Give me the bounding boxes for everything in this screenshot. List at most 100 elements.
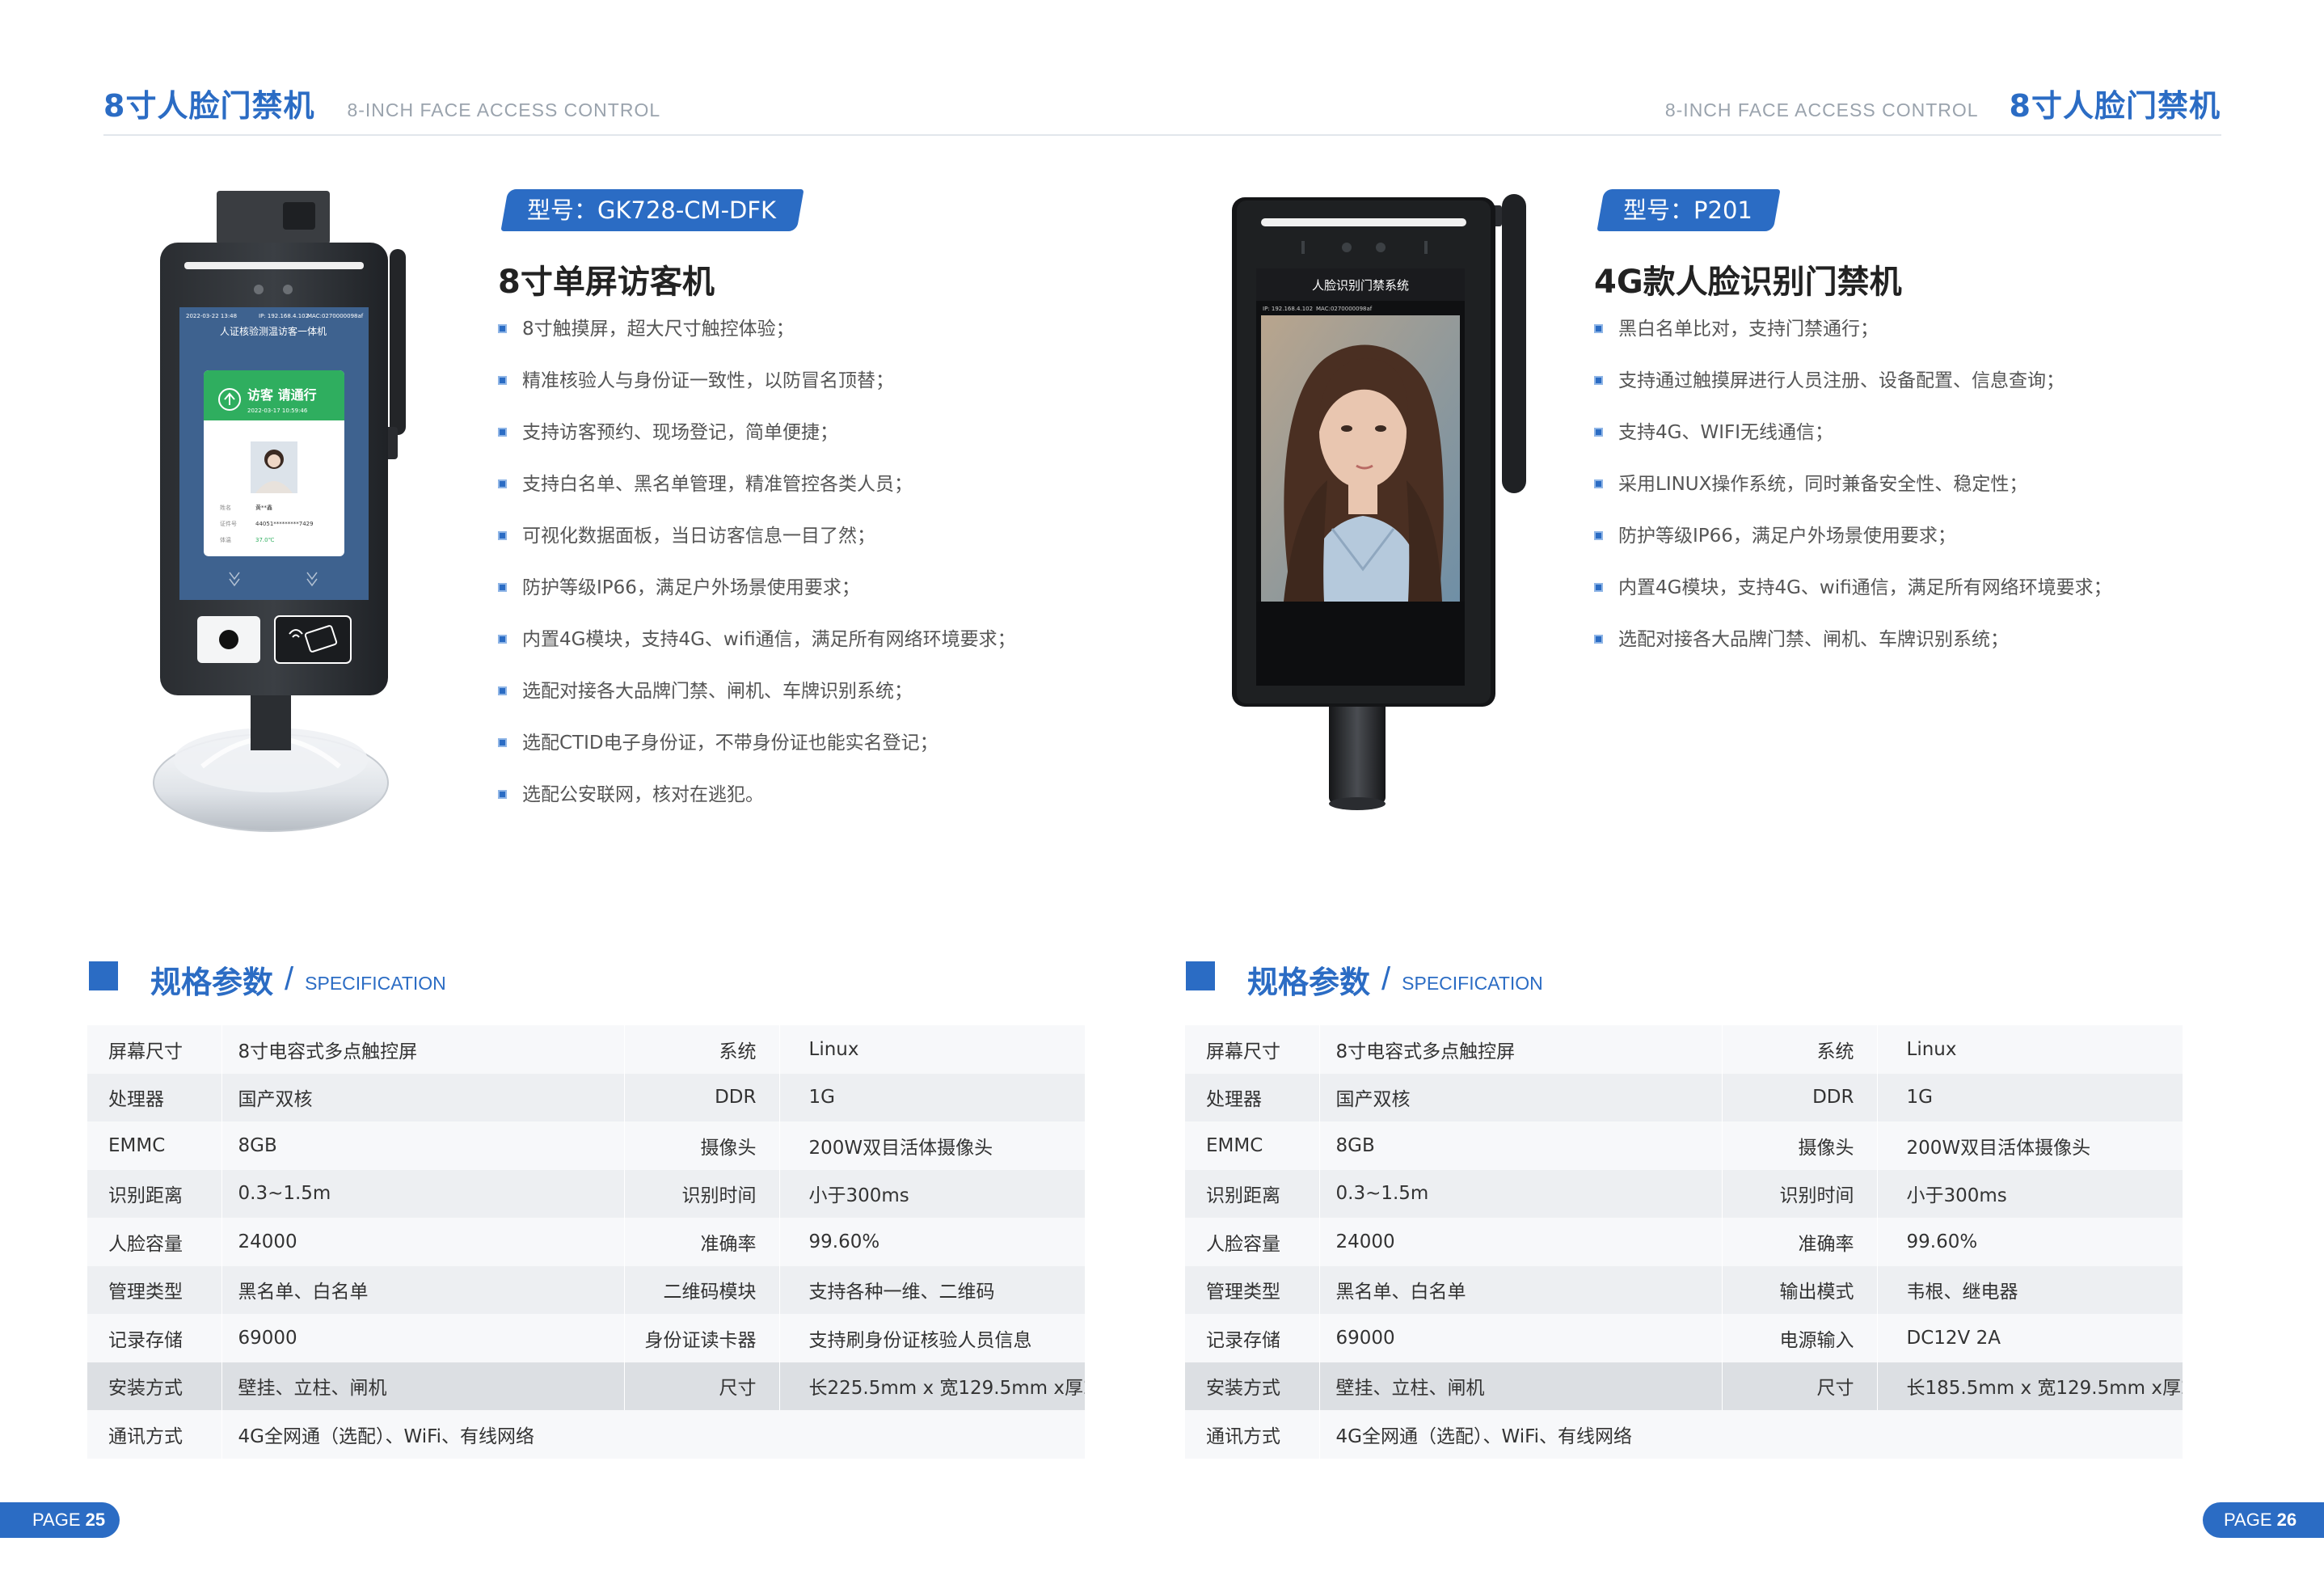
- spec-key: 识别距离: [87, 1169, 222, 1218]
- spec-value: DC12V 2A: [1877, 1314, 2183, 1362]
- spec-key: 系统: [1722, 1025, 1878, 1074]
- visitor-pass-text: 访客 请通行: [247, 387, 317, 403]
- spec-row: 安装方式壁挂、立柱、闸机尺寸长185.5mm x 宽129.5mm x厚22.5…: [1185, 1362, 2183, 1410]
- spec-row: 记录存储 69000 电源输入 DC12V 2A: [1185, 1314, 2183, 1362]
- terminal-status-mac: MAC:0270000098af: [1316, 306, 1373, 312]
- left-feature-item: 8寸触摸屏，超大尺寸触控体验；: [498, 317, 1016, 369]
- spec-row: 处理器 国产双核 DDR 1G: [87, 1073, 1086, 1121]
- spec-row: EMMC 8GB 摄像头 200W双目活体摄像头: [1185, 1121, 2183, 1170]
- spec-key: 屏幕尺寸: [87, 1025, 222, 1074]
- header-right: 8-INCH FACE ACCESS CONTROL 8寸人脸门禁机: [1665, 81, 2221, 125]
- visitor-field-temp-value: 37.0℃: [255, 537, 275, 543]
- page-number-left: PAGE 25: [0, 1502, 120, 1538]
- spec-value: 1G: [1877, 1073, 2183, 1121]
- left-spec-title: 规格参数: [150, 965, 274, 1000]
- spec-key: 识别时间: [624, 1169, 780, 1218]
- left-spec-heading: 规格参数 / SPECIFICATION: [89, 957, 446, 1002]
- spec-key: DDR: [1722, 1073, 1878, 1121]
- spec-row: 人脸容量 24000 准确率 99.60%: [1185, 1218, 2183, 1266]
- spec-value: 200W双目活体摄像头: [779, 1121, 1086, 1170]
- right-spec-subtitle: SPECIFICATION: [1402, 973, 1543, 994]
- spec-key: 屏幕尺寸: [1185, 1025, 1320, 1074]
- right-model-badge: 型号：P201: [1596, 189, 1781, 231]
- left-spec-slash: /: [285, 961, 294, 997]
- spec-value: Linux: [1877, 1025, 2183, 1074]
- spec-value: 国产双核: [221, 1073, 625, 1121]
- spec-value: 长185.5mm x 宽129.5mm x厚22.5mm: [1877, 1362, 2183, 1410]
- right-feature-item: 选配对接各大品牌门禁、闸机、车牌识别系统；: [1594, 627, 2112, 679]
- page-num-right: 26: [2276, 1510, 2297, 1530]
- visitor-field-name-label: 姓名: [220, 504, 231, 511]
- spec-key: 安装方式: [1185, 1362, 1320, 1410]
- spec-row: 管理类型 黑名单、白名单 输出模式 韦根、继电器: [1185, 1265, 2183, 1314]
- terminal-status-ip: IP: 192.168.4.102: [1263, 306, 1313, 312]
- spec-key: 人脸容量: [1185, 1218, 1320, 1266]
- spec-value: 小于300ms: [1877, 1169, 2183, 1218]
- spec-key: 人脸容量: [87, 1218, 222, 1266]
- spec-value: 8GB: [1319, 1121, 1723, 1170]
- spec-value: 0.3~1.5m: [221, 1169, 625, 1218]
- spec-row: 通讯方式 4G全网通（选配）、WiFi、有线网络: [1185, 1410, 2183, 1459]
- spec-key: 管理类型: [1185, 1265, 1320, 1314]
- spec-key: EMMC: [1185, 1121, 1320, 1170]
- left-product-title: 8寸单屏访客机: [498, 264, 715, 301]
- left-spec-subtitle: SPECIFICATION: [305, 973, 446, 994]
- page-prefix-left: PAGE: [32, 1510, 86, 1530]
- spec-key: 摄像头: [624, 1121, 780, 1170]
- spec-value: 24000: [1319, 1218, 1723, 1266]
- right-model-label: 型号：P201: [1623, 196, 1752, 224]
- spec-row: 通讯方式 4G全网通（选配）、WiFi、有线网络: [87, 1410, 1086, 1459]
- spec-value: 69000: [221, 1314, 625, 1362]
- left-spec-table: 屏幕尺寸 8寸电容式多点触控屏 系统 Linux 处理器 国产双核 DDR 1G EMMC 8GB…: [87, 1025, 1086, 1459]
- visitor-field-temp-label: 体温: [220, 536, 231, 543]
- spec-value: 韦根、继电器: [1877, 1265, 2183, 1314]
- spec-value: 0.3~1.5m: [1319, 1169, 1723, 1218]
- right-product-title: 4G款人脸识别门禁机: [1594, 264, 1902, 301]
- left-feature-item: 精准核验人与身份证一致性，以防冒名顶替；: [498, 369, 1016, 420]
- header-right-title: 8寸人脸门禁机: [2009, 88, 2221, 124]
- spec-key: 准确率: [624, 1218, 780, 1266]
- right-feature-item: 黑白名单比对，支持门禁通行；: [1594, 317, 2112, 369]
- spec-value: 4G全网通（选配）、WiFi、有线网络: [221, 1410, 1086, 1459]
- left-feature-item: 选配CTID电子身份证，不带身份证也能实名登记；: [498, 731, 1016, 783]
- spec-key: 识别时间: [1722, 1169, 1878, 1218]
- spec-value: 1G: [779, 1073, 1086, 1121]
- spec-value: 200W双目活体摄像头: [1877, 1121, 2183, 1170]
- header-left-subtitle: 8-INCH FACE ACCESS CONTROL: [347, 99, 661, 120]
- header-right-subtitle: 8-INCH FACE ACCESS CONTROL: [1664, 99, 1979, 120]
- spec-key: 管理类型: [87, 1265, 222, 1314]
- visitor-field-id-label: 证件号: [220, 520, 237, 527]
- spec-value: 国产双核: [1319, 1073, 1723, 1121]
- header-divider: [103, 134, 2221, 136]
- spec-key: 记录存储: [87, 1314, 222, 1362]
- spec-row: 记录存储 69000 身份证读卡器 支持刷身份证核验人员信息: [87, 1314, 1086, 1362]
- spec-value: 支持各种一维、二维码: [779, 1265, 1086, 1314]
- visitor-field-id-value: 44051*********7429: [255, 521, 314, 527]
- spec-key: 通讯方式: [1185, 1410, 1320, 1459]
- right-feature-item: 内置4G模块，支持4G、wifi通信，满足所有网络环境要求；: [1594, 576, 2112, 627]
- spec-value: 支持刷身份证核验人员信息: [779, 1314, 1086, 1362]
- page-number-right: PAGE 26: [2203, 1502, 2324, 1538]
- spec-key: 系统: [624, 1025, 780, 1074]
- spec-value: 24000: [221, 1218, 625, 1266]
- spec-value: 8寸电容式多点触控屏: [221, 1025, 625, 1074]
- spec-row: 识别距离 0.3~1.5m 识别时间 小于300ms: [1185, 1169, 2183, 1218]
- spec-value: 小于300ms: [779, 1169, 1086, 1218]
- header-left: 8寸人脸门禁机 8-INCH FACE ACCESS CONTROL: [103, 81, 660, 125]
- spec-square-icon: [1186, 961, 1223, 999]
- spec-row: 安装方式壁挂、立柱、闸机尺寸长225.5mm x 宽129.5mm x厚22.5…: [87, 1362, 1086, 1410]
- spec-row: 屏幕尺寸 8寸电容式多点触控屏 系统 Linux: [1185, 1025, 2183, 1074]
- spec-key: EMMC: [87, 1121, 222, 1170]
- spec-value: 99.60%: [779, 1218, 1086, 1266]
- left-feature-item: 内置4G模块，支持4G、wifi通信，满足所有网络环境要求；: [498, 627, 1016, 679]
- spec-row: 人脸容量 24000 准确率 99.60%: [87, 1218, 1086, 1266]
- spec-value: Linux: [779, 1025, 1086, 1074]
- spec-key: 二维码模块: [624, 1265, 780, 1314]
- spec-key: 处理器: [87, 1073, 222, 1121]
- visitor-app-title: 人证核验测温访客一体机: [220, 325, 327, 337]
- spec-key: 准确率: [1722, 1218, 1878, 1266]
- visitor-status-mac: MAC:0270000098af: [307, 313, 364, 319]
- spec-key: 输出模式: [1722, 1265, 1878, 1314]
- right-spec-table: 屏幕尺寸 8寸电容式多点触控屏 系统 Linux 处理器 国产双核 DDR 1G EMMC 8GB…: [1185, 1025, 2183, 1459]
- visitor-status-ip: IP: 192.168.4.102: [259, 313, 309, 319]
